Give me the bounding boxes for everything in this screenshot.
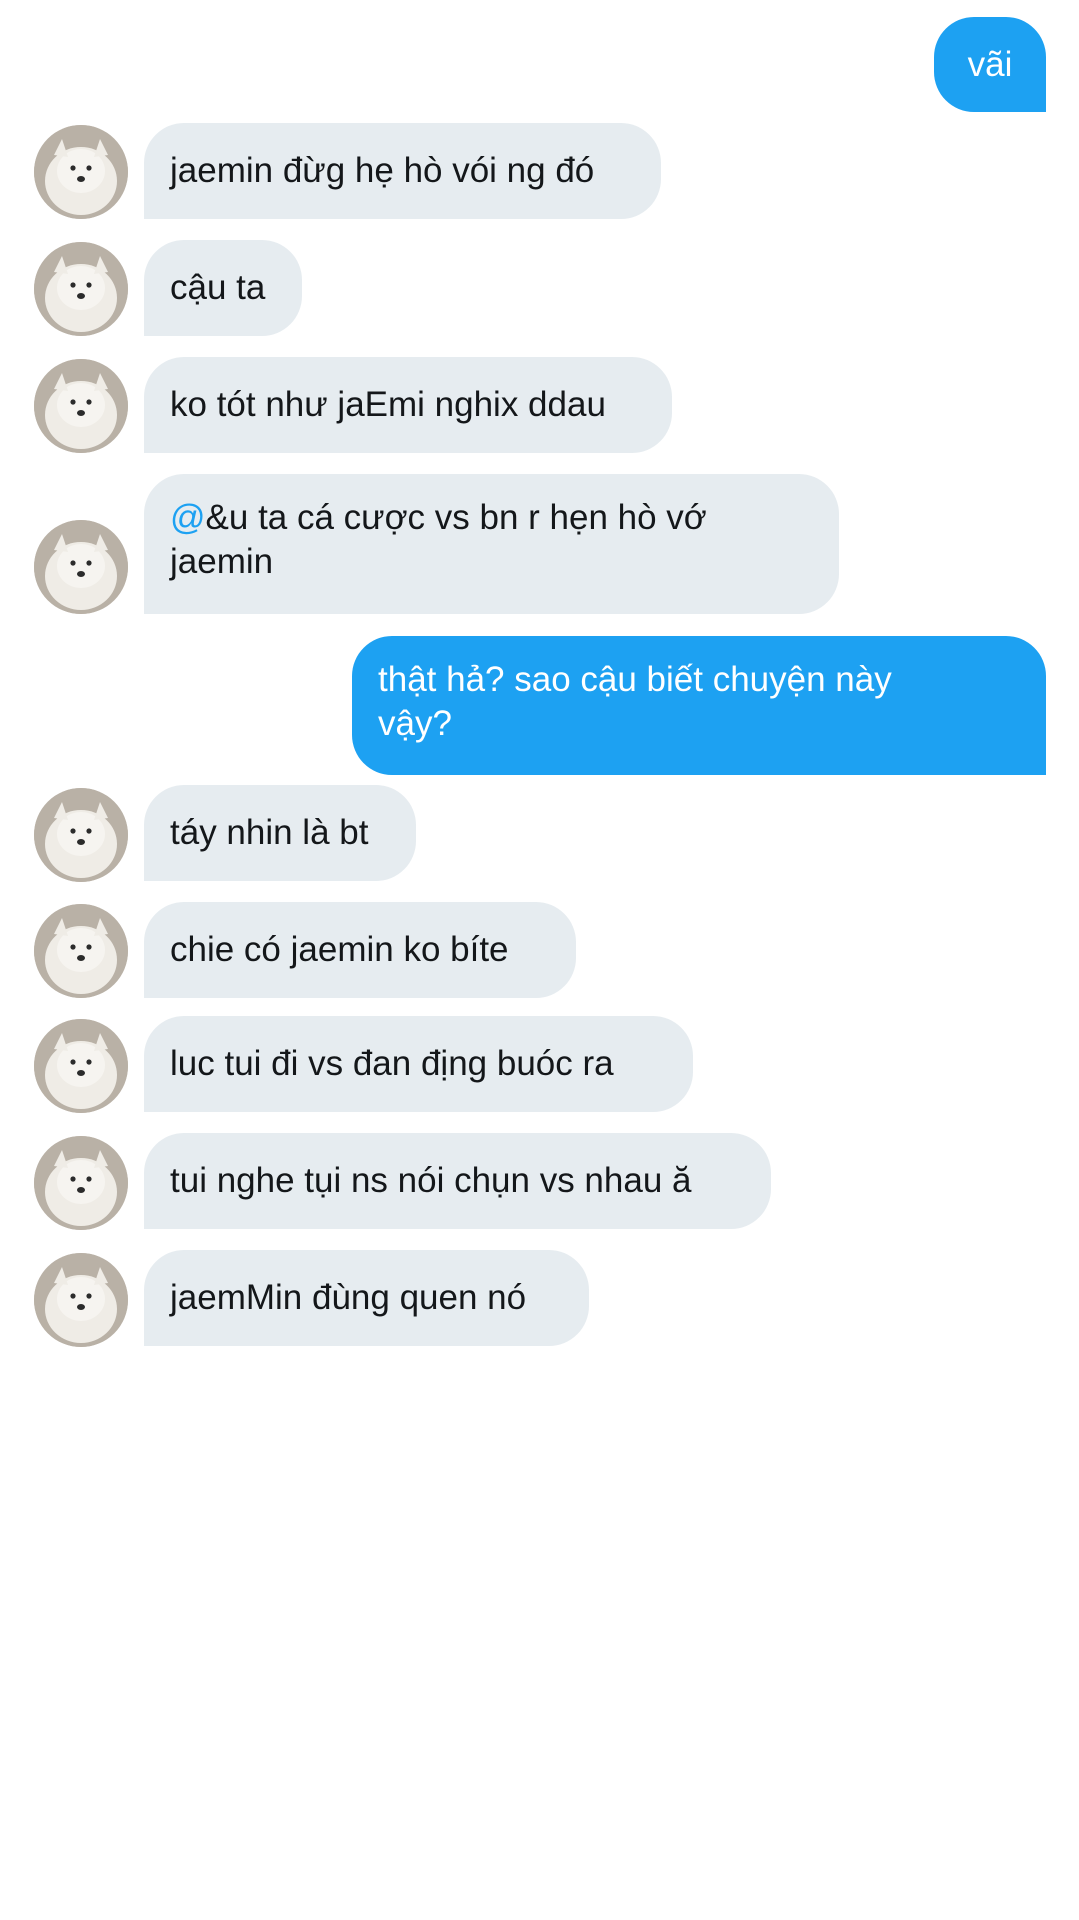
sender-avatar-icon[interactable] bbox=[34, 242, 128, 336]
mention-link[interactable]: @ bbox=[170, 498, 206, 537]
incoming-message-bubble[interactable]: cậu ta bbox=[144, 240, 302, 336]
sender-avatar-icon[interactable] bbox=[34, 904, 128, 998]
message-thread: vãi jaemin đừg hẹ hò vói ng đó cậu ta ko… bbox=[0, 0, 1079, 1920]
sender-avatar-icon[interactable] bbox=[34, 1019, 128, 1113]
sender-avatar-icon[interactable] bbox=[34, 1253, 128, 1347]
incoming-message-bubble[interactable]: jaemin đừg hẹ hò vói ng đó bbox=[144, 123, 661, 219]
incoming-message-bubble[interactable]: tui nghe tụi ns nói chụn vs nhau ă bbox=[144, 1133, 771, 1229]
incoming-message-bubble[interactable]: ko tót như jaEmi nghix ddau bbox=[144, 357, 672, 453]
sender-avatar-icon[interactable] bbox=[34, 520, 128, 614]
message-text: jaemMin đùng quen nó bbox=[170, 1278, 527, 1317]
sender-avatar-icon[interactable] bbox=[34, 788, 128, 882]
message-text: chie có jaemin ko bíte bbox=[170, 930, 509, 969]
message-text-body: &u ta cá cược vs bn r hẹn hò vớ jaemin bbox=[170, 498, 707, 581]
message-text: cậu ta bbox=[170, 268, 266, 307]
message-text: tui nghe tụi ns nói chụn vs nhau ă bbox=[170, 1161, 692, 1200]
incoming-message-bubble[interactable]: jaemMin đùng quen nó bbox=[144, 1250, 589, 1346]
outgoing-message-bubble[interactable]: thật hả? sao cậu biết chuyện này vậy? bbox=[352, 636, 1046, 775]
message-text: ko tót như jaEmi nghix ddau bbox=[170, 385, 606, 424]
incoming-message-bubble[interactable]: chie có jaemin ko bíte bbox=[144, 902, 576, 998]
outgoing-message-bubble[interactable]: vãi bbox=[934, 17, 1046, 112]
incoming-message-bubble[interactable]: @&u ta cá cược vs bn r hẹn hò vớ jaemin bbox=[144, 474, 839, 614]
sender-avatar-icon[interactable] bbox=[34, 125, 128, 219]
sender-avatar-icon[interactable] bbox=[34, 1136, 128, 1230]
message-text: táy nhin là bt bbox=[170, 813, 369, 852]
incoming-message-bubble[interactable]: táy nhin là bt bbox=[144, 785, 416, 881]
incoming-message-bubble[interactable]: luc tui đi vs đan địng buóc ra bbox=[144, 1016, 693, 1112]
message-text: jaemin đừg hẹ hò vói ng đó bbox=[170, 151, 595, 190]
message-text: luc tui đi vs đan địng buóc ra bbox=[170, 1044, 614, 1083]
sender-avatar-icon[interactable] bbox=[34, 359, 128, 453]
message-text: thật hả? sao cậu biết chuyện này vậy? bbox=[378, 660, 892, 743]
message-text: @&u ta cá cược vs bn r hẹn hò vớ jaemin bbox=[170, 496, 769, 584]
message-text: vãi bbox=[967, 44, 1013, 84]
